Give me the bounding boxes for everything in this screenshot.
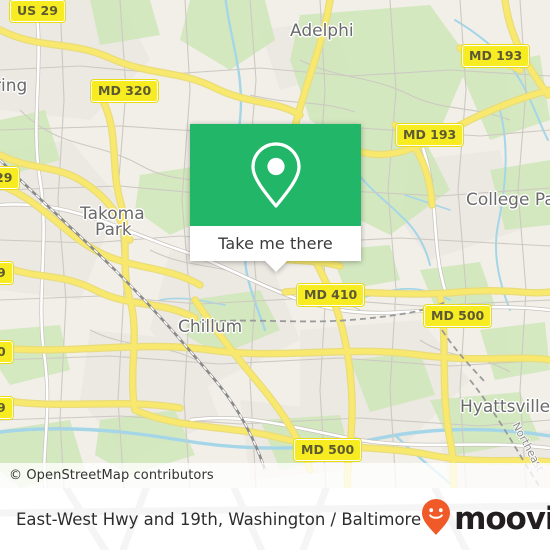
- map-canvas[interactable]: ring Adelphi College Pa Takoma Park Chil…: [0, 0, 550, 488]
- take-me-there-label: Take me there: [218, 234, 333, 253]
- shield-md-320: MD 320: [89, 79, 160, 103]
- shield-us-29-left-2: 9: [0, 261, 14, 285]
- shield-md-193-lower: MD 193: [394, 123, 465, 147]
- map-pin-icon: [247, 140, 305, 210]
- moovit-wordmark: moovit: [454, 500, 550, 537]
- shield-md-500-right: MD 500: [422, 304, 493, 328]
- shield-md-193-upper: MD 193: [460, 44, 531, 68]
- moovit-smiley-pin-icon: [421, 498, 451, 541]
- shield-us-29-top: US 29: [9, 0, 66, 23]
- moovit-map-screenshot: ring Adelphi College Pa Takoma Park Chil…: [0, 0, 550, 550]
- popup-pointer-tail: [264, 261, 287, 272]
- shield-md-410-left: 0: [0, 340, 14, 364]
- shield-md-500-bottom: MD 500: [292, 438, 363, 462]
- footer-bar: East-West Hwy and 19th, Washington / Bal…: [0, 488, 550, 550]
- location-title: East-West Hwy and 19th, Washington / Bal…: [16, 509, 422, 529]
- map-attribution: © OpenStreetMap contributors: [0, 463, 550, 488]
- take-me-there-popup[interactable]: Take me there: [190, 124, 361, 272]
- osm-attribution-text[interactable]: © OpenStreetMap contributors: [0, 468, 214, 483]
- popup-action-bar[interactable]: Take me there: [190, 226, 361, 272]
- popup-image-area: [190, 124, 361, 226]
- shield-us-29-left-1: 29: [0, 166, 21, 190]
- moovit-logo[interactable]: moovit: [421, 498, 550, 541]
- shield-us-29-left-3: 9: [0, 396, 14, 420]
- shield-md-410: MD 410: [295, 283, 366, 307]
